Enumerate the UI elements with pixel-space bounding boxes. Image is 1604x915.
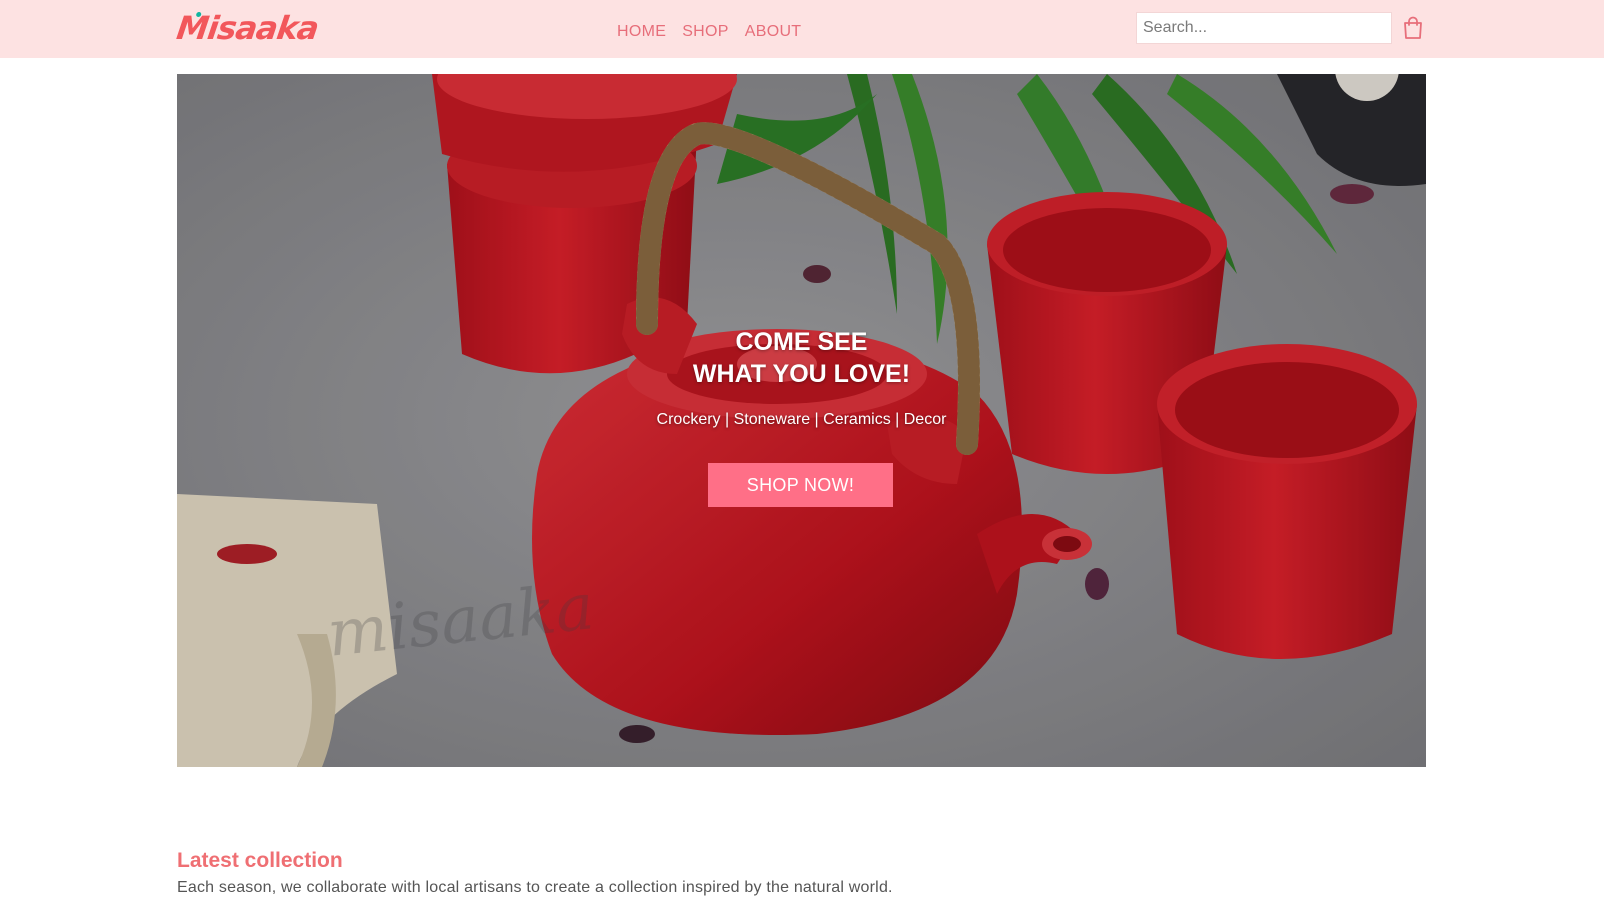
- cart-button[interactable]: [1402, 16, 1424, 40]
- hero-title-line-1: COME SEE: [735, 328, 868, 356]
- hero-title-line-2: WHAT YOU LOVE!: [692, 360, 911, 388]
- nav-link-about[interactable]: ABOUT: [745, 22, 802, 42]
- brand-logo[interactable]: Misaaka: [174, 8, 321, 48]
- latest-collection-heading: Latest collection: [177, 849, 343, 872]
- nav-link-home[interactable]: HOME: [617, 22, 666, 42]
- nav-link-shop[interactable]: SHOP: [682, 22, 729, 42]
- top-navbar: Misaaka HOME SHOP ABOUT: [0, 0, 1604, 58]
- main-nav: HOME SHOP ABOUT: [617, 22, 817, 42]
- hero-subtitle: Crockery | Stoneware | Ceramics | Decor: [656, 411, 947, 428]
- hero-content: COME SEE WHAT YOU LOVE! Crockery | Stone…: [177, 74, 1426, 767]
- hero-banner: misaaka COME SEE WHAT YOU LOVE! Crockery…: [177, 74, 1426, 767]
- latest-collection-description: Each season, we collaborate with local a…: [177, 879, 893, 896]
- search-input[interactable]: [1136, 12, 1392, 44]
- shopping-bag-icon: [1404, 16, 1422, 39]
- hero-title: COME SEE WHAT YOU LOVE!: [177, 326, 1426, 390]
- shop-now-button[interactable]: SHOP NOW!: [708, 463, 893, 507]
